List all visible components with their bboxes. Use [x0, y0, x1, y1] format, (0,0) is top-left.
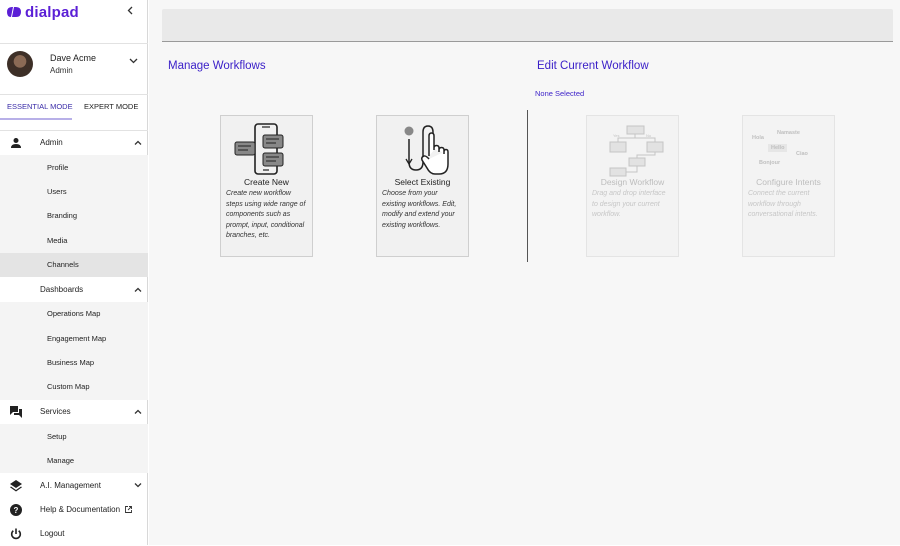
mode-tabs: ESSENTIAL MODE EXPERT MODE — [0, 96, 148, 120]
nav-services[interactable]: Services — [0, 400, 148, 424]
dialpad-logo-icon — [7, 7, 21, 17]
sidebar-item-label: Setup — [47, 432, 67, 441]
sidebar-item-label: Channels — [47, 260, 79, 269]
user-role: Admin — [50, 66, 73, 75]
sidebar-item-label: Business Map — [47, 358, 95, 367]
sidebar-item-label: Users — [47, 187, 67, 196]
sidebar-item-custom-map[interactable]: Custom Map — [0, 375, 148, 399]
sidebar: dialpad Dave Acme Admin ESSENTIAL MODE E… — [0, 0, 148, 545]
create-new-card[interactable]: Create New Create new workflow steps usi… — [220, 115, 313, 257]
sidebar-item-label: Custom Map — [47, 382, 90, 391]
sidebar-item-label: Media — [47, 236, 68, 245]
sidebar-item-engagement-map[interactable]: Engagement Map — [0, 327, 148, 351]
card-title: Select Existing — [394, 177, 451, 187]
person-icon — [11, 138, 21, 148]
card-title: Design Workflow — [600, 177, 665, 187]
sidebar-item-profile[interactable]: Profile — [0, 156, 148, 180]
tab-essential-mode[interactable]: ESSENTIAL MODE — [7, 102, 73, 111]
nav-ai-management-label: A.I. Management — [40, 481, 101, 490]
sidebar-item-label: Engagement Map — [47, 334, 107, 343]
manage-workflows-title: Manage Workflows — [168, 60, 266, 72]
nav-help-label: Help & Documentation — [40, 505, 132, 514]
help-label-text: Help & Documentation — [40, 505, 121, 514]
intent-word: Hola — [752, 135, 764, 141]
card-title: Configure Intents — [756, 177, 821, 187]
sidebar-item-setup[interactable]: Setup — [0, 425, 148, 449]
collapse-sidebar-button[interactable] — [127, 6, 133, 18]
sidebar-item-manage[interactable]: Manage — [0, 449, 148, 473]
intent-word: Namaste — [777, 130, 800, 136]
top-toolbar — [162, 9, 893, 42]
section-divider — [527, 110, 528, 262]
nav-dashboards[interactable]: Dashboards — [0, 278, 148, 302]
tab-expert-mode[interactable]: EXPERT MODE — [84, 102, 138, 111]
divider — [0, 94, 148, 95]
nav-logout-label: Logout — [40, 529, 65, 538]
configure-intents-card: Hola Namaste Hello Ciao Bonjour Configur… — [742, 115, 835, 257]
chevron-left-icon — [127, 6, 133, 15]
sidebar-item-branding[interactable]: Branding — [0, 204, 148, 228]
card-description: Create new workflow steps using wide ran… — [226, 190, 306, 239]
sidebar-item-label: Branding — [47, 211, 78, 220]
sidebar-item-label: Profile — [47, 163, 69, 172]
sidebar-item-operations-map[interactable]: Operations Map — [0, 302, 148, 326]
card-description: Choose from your existing workflows. Edi… — [382, 190, 457, 229]
sidebar-item-users[interactable]: Users — [0, 180, 148, 204]
flowchart-no-label: No — [646, 133, 652, 138]
sidebar-item-channels[interactable]: Channels — [0, 253, 148, 277]
sidebar-item-label: Operations Map — [47, 309, 101, 318]
active-tab-indicator — [0, 118, 72, 120]
chevron-down-icon[interactable] — [129, 58, 138, 64]
chat-bubbles-icon — [10, 406, 22, 418]
intents-word-cloud-icon: Hola Namaste Hello Ciao Bonjour — [743, 116, 836, 176]
user-name: Dave Acme — [50, 53, 97, 63]
external-link-icon — [125, 506, 132, 513]
card-title: Create New — [244, 177, 289, 187]
nav-admin-label: Admin — [40, 138, 63, 147]
power-icon — [10, 528, 22, 540]
chevron-up-icon — [134, 287, 142, 292]
chevron-up-icon — [134, 409, 142, 414]
card-description: Connect the current workflow through con… — [748, 190, 818, 218]
flowchart-icon: Yes No — [609, 125, 664, 177]
intent-word-highlighted: Hello — [768, 144, 788, 152]
help-circle-icon: ? — [10, 504, 22, 516]
design-workflow-card: Yes No Design Workflow Drag and drop int… — [586, 115, 679, 257]
select-existing-card[interactable]: Select Existing Choose from your existin… — [376, 115, 469, 257]
phone-chat-icon — [234, 123, 284, 175]
layers-icon — [10, 480, 22, 492]
main-content: Manage Workflows Edit Current Workflow N… — [149, 0, 900, 545]
intent-word: Bonjour — [759, 160, 781, 166]
nav-dashboards-label: Dashboards — [40, 285, 84, 294]
nav-logout[interactable]: Logout — [0, 522, 148, 546]
sidebar-item-label: Manage — [47, 456, 75, 465]
brand-row: dialpad — [0, 0, 148, 28]
card-description: Drag and drop interface to design your c… — [592, 190, 666, 218]
intent-word: Ciao — [796, 151, 808, 157]
svg-text:?: ? — [14, 506, 19, 515]
sidebar-item-business-map[interactable]: Business Map — [0, 351, 148, 375]
nav-services-label: Services — [40, 407, 71, 416]
brand-name: dialpad — [25, 4, 79, 21]
sidebar-item-media[interactable]: Media — [0, 229, 148, 253]
selection-status: None Selected — [535, 89, 585, 98]
edit-workflow-title: Edit Current Workflow — [537, 60, 649, 72]
chevron-up-icon — [134, 140, 142, 145]
nav-admin[interactable]: Admin — [0, 131, 148, 155]
user-profile[interactable]: Dave Acme Admin — [0, 44, 148, 86]
avatar — [7, 51, 33, 77]
touch-select-icon — [404, 125, 449, 175]
nav-ai-management[interactable]: A.I. Management — [0, 474, 148, 498]
nav-help-documentation[interactable]: ? Help & Documentation — [0, 498, 148, 522]
flowchart-yes-label: Yes — [613, 133, 620, 138]
chevron-down-icon — [134, 483, 142, 488]
